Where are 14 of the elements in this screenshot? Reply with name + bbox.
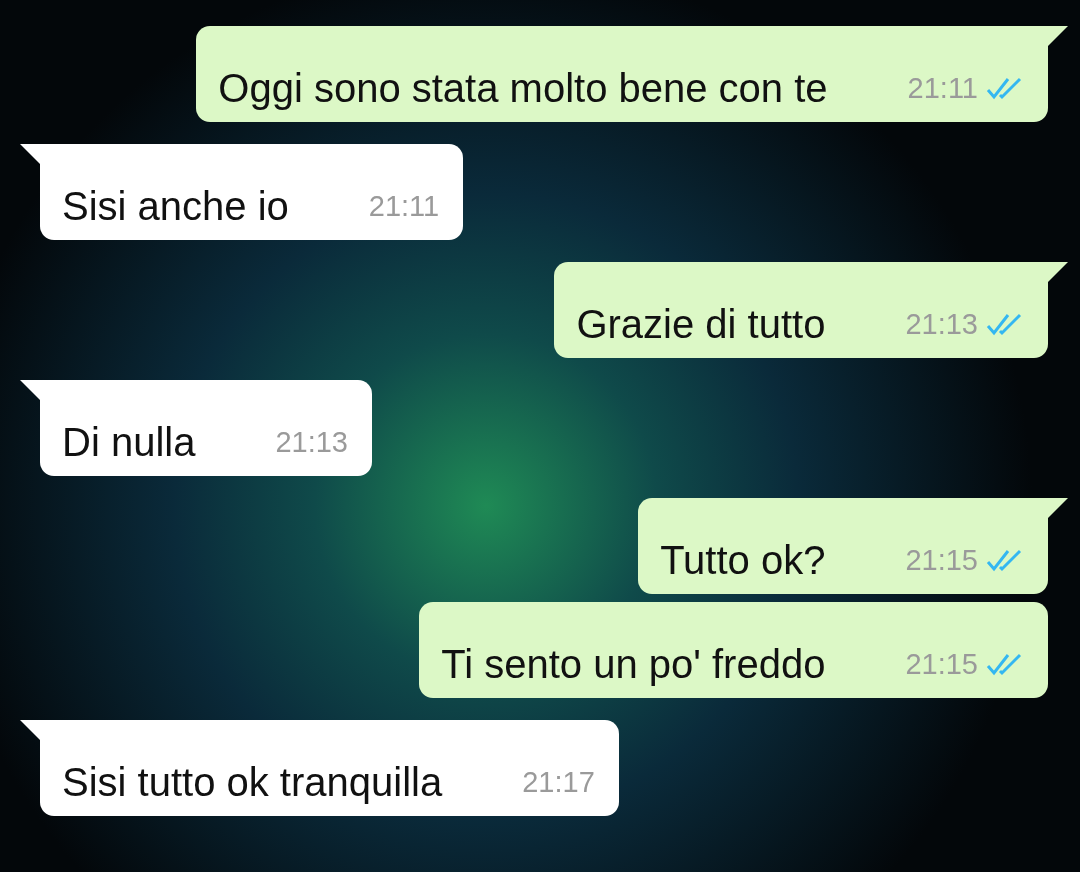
message-time: 21:13 bbox=[275, 425, 348, 460]
message-time: 21:15 bbox=[905, 647, 978, 682]
message-text: Grazie di tutto bbox=[576, 301, 826, 348]
message-time: 21:17 bbox=[522, 765, 595, 800]
message-time: 21:15 bbox=[905, 543, 978, 578]
message-text: Sisi anche io bbox=[62, 183, 289, 230]
message-text: Tutto ok? bbox=[660, 537, 826, 584]
message-time: 21:11 bbox=[368, 189, 440, 224]
message-time: 21:13 bbox=[905, 307, 978, 342]
message-time: 21:11 bbox=[907, 71, 978, 106]
message-text: Sisi tutto ok tranquilla bbox=[62, 759, 443, 806]
message-text: Ti sento un po' freddo bbox=[441, 641, 826, 688]
message-text: Di nulla bbox=[62, 419, 196, 466]
message-text: Oggi sono stata molto bene con te bbox=[218, 65, 828, 112]
